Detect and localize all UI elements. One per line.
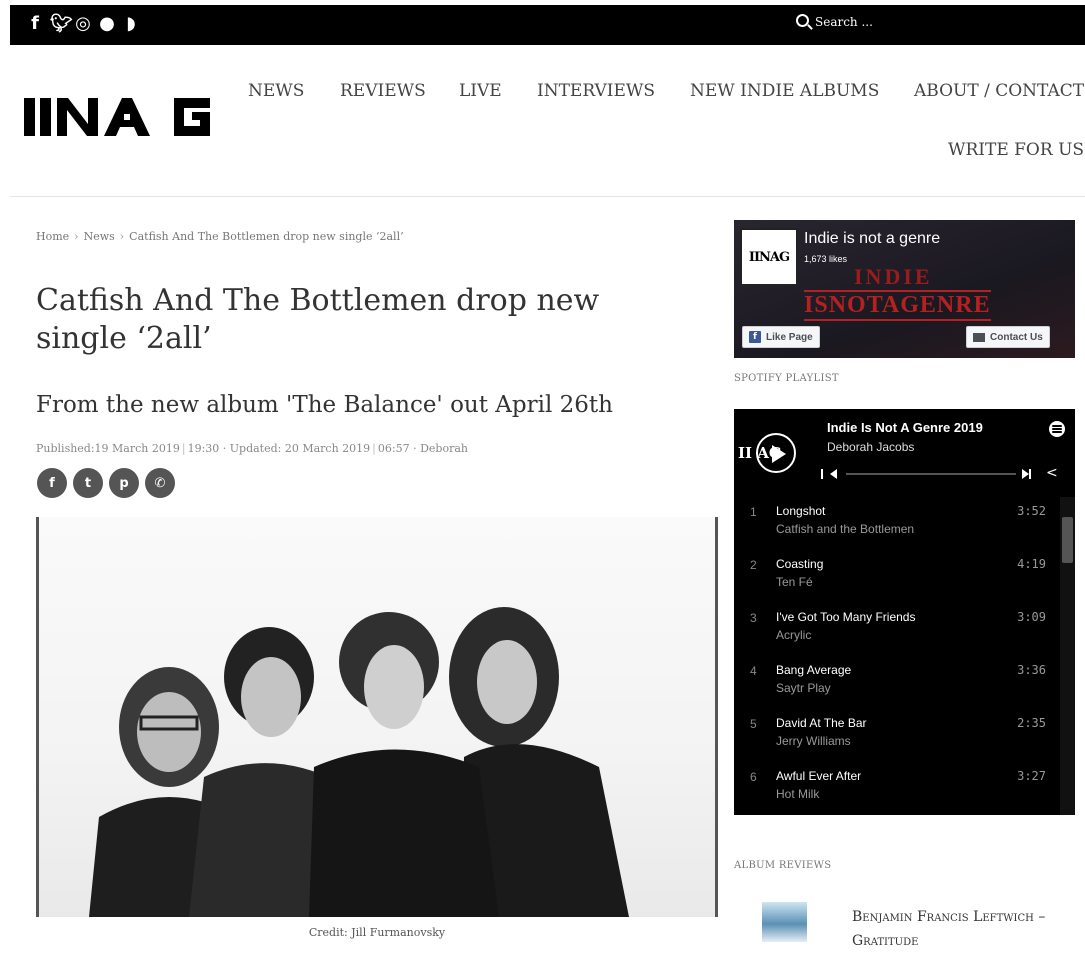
published-time: 19:30 <box>187 442 220 455</box>
track-artist: Ten Fé <box>776 575 813 589</box>
nav-write-for-us[interactable]: WRITE FOR US <box>948 140 1084 160</box>
track-title: Longshot <box>776 504 826 518</box>
article-subtitle: From the new album 'The Balance' out Apr… <box>36 392 613 418</box>
nav-news[interactable]: NEWS <box>248 81 304 101</box>
whatsapp-icon[interactable]: ✆ <box>145 468 175 498</box>
track-artist: Acrylic <box>776 628 812 642</box>
fb-page-logo[interactable]: IINAG <box>740 228 798 286</box>
track-duration: 4:19 <box>1017 557 1046 571</box>
track-duration: 3:09 <box>1017 610 1046 624</box>
share-icon[interactable]: < <box>1046 465 1058 481</box>
track-duration: 3:36 <box>1017 663 1046 677</box>
breadcrumb-news[interactable]: News <box>84 230 115 243</box>
track-title: Bang Average <box>776 663 852 677</box>
contact-us-button[interactable]: Contact Us <box>966 326 1050 348</box>
band-photo <box>89 607 629 917</box>
track-artist: Hot Milk <box>776 787 820 801</box>
author-link[interactable]: · Deborah <box>413 442 468 455</box>
spotify-icon[interactable] <box>1049 421 1065 437</box>
image-credit: Credit: Jill Furmanovsky <box>308 926 446 939</box>
nav-reviews[interactable]: REVIEWS <box>340 81 426 101</box>
track-artist: Saytr Play <box>776 681 831 695</box>
track-list: 1 Longshot Catfish and the Bottlemen 3:5… <box>734 497 1060 815</box>
article-image <box>36 517 718 917</box>
previous-track-icon[interactable] <box>821 469 837 479</box>
facebook-page-widget[interactable]: IINAG Indie is not a genre 1,673 likes I… <box>734 220 1075 358</box>
fb-likes-count: 1,673 likes <box>804 254 848 264</box>
nav-new-indie-albums[interactable]: NEW INDIE ALBUMS <box>690 81 879 101</box>
track-title: Coasting <box>776 557 824 571</box>
track-number: 2 <box>750 558 757 572</box>
facebook-icon[interactable]: f <box>37 468 67 498</box>
like-page-label: Like Page <box>766 331 813 343</box>
track-number: 4 <box>750 664 757 678</box>
article-meta: Published:19 March 2019 | 19:30 · Updated:… <box>36 442 468 455</box>
page-title: Catfish And The Bottlemen drop new singl… <box>36 283 600 356</box>
facebook-icon[interactable]: f <box>26 13 44 35</box>
tracklist-scrollbar[interactable] <box>1060 497 1075 815</box>
track-row[interactable]: 6 Awful Ever After Hot Milk 3:27 <box>734 762 1060 815</box>
twitter-icon[interactable]: t <box>73 468 103 498</box>
album-review-title[interactable]: Benjamin Francis Leftwich – Gratitude <box>852 906 1082 954</box>
pinterest-icon[interactable]: p <box>109 468 139 498</box>
twitter-icon[interactable]: 🐦︎ <box>50 13 73 35</box>
fb-cover-text-2: ISNOTAGENRE <box>804 290 991 321</box>
site-logo[interactable] <box>24 94 214 140</box>
breadcrumb-current: Catfish And The Bottlemen drop new singl… <box>129 230 404 243</box>
breadcrumb-home[interactable]: Home <box>36 230 69 243</box>
updated-date: · Updated: 20 March 2019 <box>222 442 371 455</box>
track-title: David At The Bar <box>776 716 867 730</box>
track-number: 3 <box>750 611 757 625</box>
facebook-icon: f <box>749 331 761 343</box>
track-artist: Catfish and the Bottlemen <box>776 522 915 536</box>
track-number: 5 <box>750 717 757 731</box>
playlist-title[interactable]: Indie Is Not A Genre 2019 <box>827 420 983 435</box>
track-row[interactable]: 4 Bang Average Saytr Play 3:36 <box>734 656 1060 709</box>
track-title: Awful Ever After <box>776 769 862 783</box>
instagram-icon[interactable]: ◎ <box>74 13 92 35</box>
search-icon <box>796 14 809 27</box>
track-row[interactable]: 1 Longshot Catfish and the Bottlemen 3:5… <box>734 497 1060 550</box>
track-duration: 3:27 <box>1017 769 1046 783</box>
album-review-thumbnail[interactable] <box>762 902 807 942</box>
like-page-button[interactable]: f Like Page <box>742 326 820 348</box>
next-track-icon[interactable] <box>1022 469 1031 479</box>
nav-interviews[interactable]: INTERVIEWS <box>537 81 655 101</box>
envelope-icon <box>973 332 985 342</box>
search-placeholder: Search ... <box>815 15 873 29</box>
breadcrumb-separator-icon: › <box>74 230 79 243</box>
track-artist: Jerry Williams <box>776 734 851 748</box>
track-row[interactable]: 3 I've Got Too Many Friends Acrylic 3:09 <box>734 603 1060 656</box>
track-row[interactable]: 2 Coasting Ten Fé 4:19 <box>734 550 1060 603</box>
play-button[interactable] <box>756 433 796 473</box>
scrollbar-thumb[interactable] <box>1062 517 1073 563</box>
rss-icon[interactable]: ◗ <box>122 13 140 35</box>
spotify-playlist-heading: Spotify Playlist <box>734 373 839 384</box>
track-title: I've Got Too Many Friends <box>776 610 916 624</box>
social-links: f 🐦︎ ◎ ● ◗ <box>26 13 140 35</box>
contact-us-label: Contact Us <box>990 331 1043 343</box>
track-number: 6 <box>750 770 757 784</box>
published-date: Published:19 March 2019 <box>36 442 180 455</box>
top-bar: f 🐦︎ ◎ ● ◗ Search ... <box>10 5 1085 45</box>
progress-bar[interactable] <box>846 473 1016 475</box>
fb-cover-text-1: INDIE <box>854 264 933 289</box>
updated-time: 06:57 <box>377 442 410 455</box>
fb-page-name[interactable]: Indie is not a genre <box>804 230 940 248</box>
header-divider <box>10 196 1085 197</box>
spotify-icon[interactable]: ● <box>98 13 116 35</box>
track-duration: 2:35 <box>1017 716 1046 730</box>
search-input[interactable]: Search ... <box>796 14 873 29</box>
playlist-owner[interactable]: Deborah Jacobs <box>827 440 914 454</box>
track-row[interactable]: 5 David At The Bar Jerry Williams 2:35 <box>734 709 1060 762</box>
spotify-embed: II AG Indie Is Not A Genre 2019 Deborah … <box>734 409 1075 815</box>
breadcrumb: Home › News › Catfish And The Bottlemen drop… <box>36 230 404 243</box>
track-number: 1 <box>750 505 757 519</box>
breadcrumb-separator-icon: › <box>119 230 125 243</box>
share-buttons: f t p ✆ <box>37 468 175 498</box>
nav-about-contact[interactable]: ABOUT / CONTACT <box>914 81 1084 101</box>
album-reviews-heading: Album Reviews <box>734 860 832 871</box>
track-duration: 3:52 <box>1017 504 1046 518</box>
nav-live[interactable]: LIVE <box>459 81 502 101</box>
